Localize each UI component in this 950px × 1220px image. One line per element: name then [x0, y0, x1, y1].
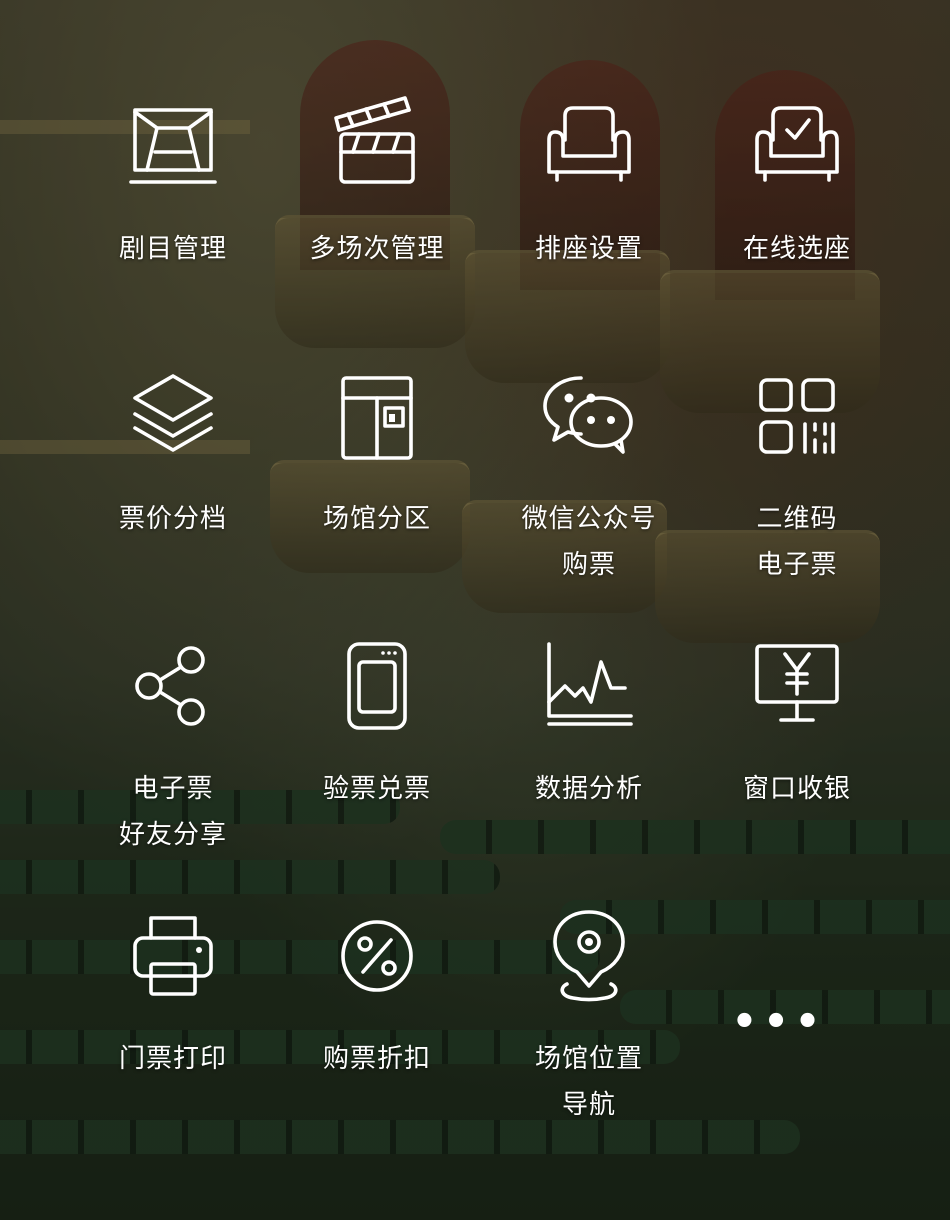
location-pin-icon: [553, 910, 625, 1002]
feature-ticket-printing[interactable]: 门票打印: [68, 910, 278, 1082]
printer-icon: [133, 916, 213, 996]
feature-label: 微信公众号 购票: [521, 504, 657, 580]
feature-ticket-verification[interactable]: 验票兑票: [272, 640, 482, 812]
feature-label: 票价分档: [118, 504, 227, 534]
feature-program-management[interactable]: 剧目管理: [68, 100, 278, 272]
feature-label: 窗口收银: [742, 774, 851, 804]
feature-label: 剧目管理: [118, 234, 227, 264]
feature-eticket-sharing[interactable]: 电子票 好友分享: [68, 640, 278, 858]
feature-seating-setup[interactable]: 排座设置: [484, 100, 694, 272]
feature-label: 数据分析: [534, 774, 643, 804]
feature-label: 二维码 电子票: [756, 504, 838, 580]
seat-icon: [547, 106, 631, 182]
feature-data-analysis[interactable]: 数据分析: [484, 640, 694, 812]
feature-label: 排座设置: [534, 234, 643, 264]
scanner-device-icon: [347, 642, 407, 730]
seat-check-icon: [755, 106, 839, 182]
feature-online-seat-selection[interactable]: 在线选座: [692, 100, 902, 272]
feature-ticket-discount[interactable]: 购票折扣: [272, 910, 482, 1082]
feature-label: 场馆分区: [322, 504, 431, 534]
more-icon: •••: [731, 999, 827, 1045]
feature-label: 场馆位置 导航: [534, 1044, 643, 1120]
feature-qr-eticket[interactable]: 二维码 电子票: [692, 370, 902, 588]
wechat-icon: [543, 376, 633, 454]
layers-icon: [133, 374, 213, 452]
feature-window-cashier[interactable]: 窗口收银: [692, 640, 902, 812]
stage-icon: [129, 108, 217, 184]
feature-label: 验票兑票: [322, 774, 431, 804]
feature-label: 门票打印: [118, 1044, 227, 1074]
feature-screen: 剧目管理 多场次管理 排座设置 在线选座 票价分档 场馆分区 微信公众号 购票 …: [0, 0, 950, 1220]
layout-icon: [341, 376, 413, 460]
feature-price-tiers[interactable]: 票价分档: [68, 370, 278, 542]
chart-icon: [547, 642, 633, 726]
feature-label: 电子票 好友分享: [118, 774, 227, 850]
qr-code-icon: [759, 378, 835, 454]
feature-wechat-ticketing[interactable]: 微信公众号 购票: [484, 370, 694, 588]
clapperboard-icon: [334, 96, 415, 184]
feature-label: 购票折扣: [322, 1044, 431, 1074]
feature-multi-session[interactable]: 多场次管理: [272, 96, 482, 272]
cashier-monitor-icon: [755, 644, 839, 722]
more-button[interactable]: •••: [674, 976, 884, 1068]
feature-label: 在线选座: [742, 234, 851, 264]
feature-venue-zones[interactable]: 场馆分区: [272, 370, 482, 542]
share-icon: [135, 646, 205, 726]
feature-label: 多场次管理: [309, 234, 445, 264]
discount-icon: [341, 920, 413, 992]
feature-venue-navigation[interactable]: 场馆位置 导航: [484, 910, 694, 1128]
